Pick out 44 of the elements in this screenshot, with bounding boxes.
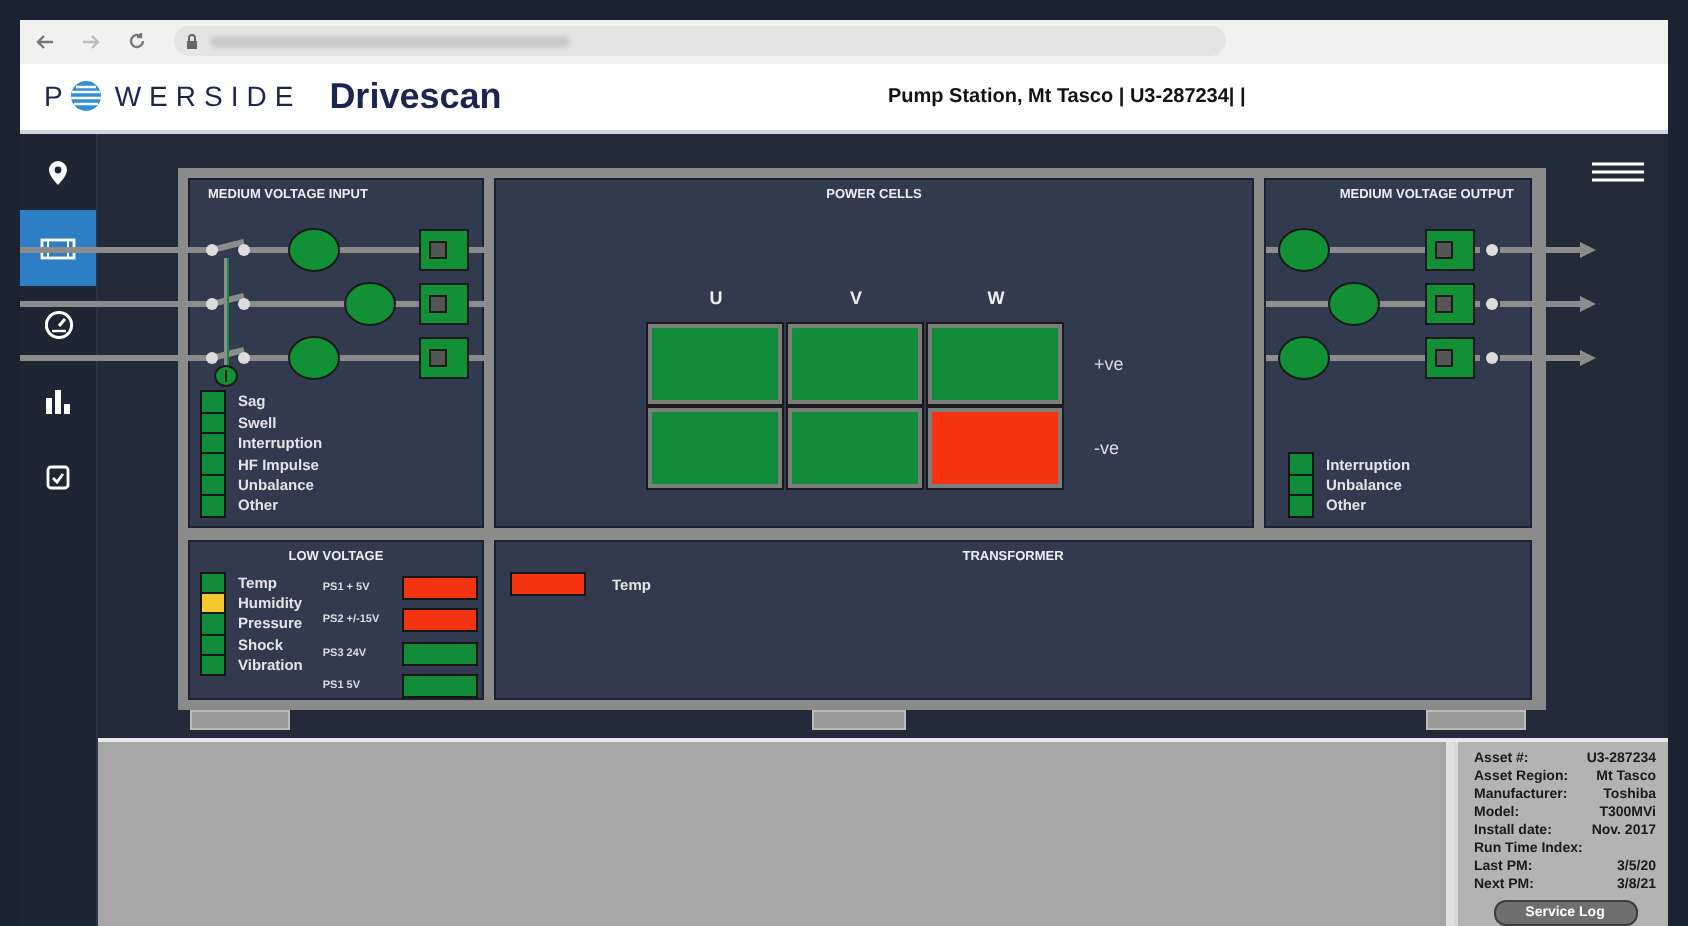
logo-text: P bbox=[44, 80, 71, 113]
coil-symbol bbox=[288, 336, 340, 380]
coil-symbol bbox=[1278, 228, 1330, 272]
cabinet-foot bbox=[1426, 710, 1526, 730]
bar-chart-icon bbox=[44, 387, 72, 413]
checklist-icon bbox=[46, 463, 70, 489]
cabinet-foot bbox=[811, 710, 905, 730]
terminal-block bbox=[1425, 337, 1475, 379]
logo-text: WERSIDE bbox=[114, 80, 302, 113]
back-icon[interactable] bbox=[36, 33, 54, 50]
menu-icon[interactable] bbox=[1592, 162, 1644, 182]
terminal-block bbox=[419, 283, 469, 325]
junction-dot bbox=[1486, 244, 1498, 256]
coil-symbol bbox=[1328, 282, 1380, 326]
junction-dot bbox=[1486, 352, 1498, 364]
globe-icon bbox=[70, 80, 103, 113]
column-label: U bbox=[707, 288, 725, 308]
junction-dot bbox=[1486, 298, 1498, 310]
reload-icon[interactable] bbox=[128, 32, 146, 51]
junction-dot bbox=[238, 298, 250, 310]
junction-dot bbox=[206, 298, 218, 310]
column-label: V bbox=[847, 288, 864, 308]
terminal-block bbox=[419, 229, 469, 271]
row-label: +ve bbox=[1092, 354, 1126, 374]
page-title: Pump Station, Mt Tasco | U3-287234| | bbox=[888, 85, 1246, 108]
junction-dot bbox=[238, 244, 250, 256]
lock-icon bbox=[186, 33, 198, 50]
gauge-icon bbox=[43, 309, 73, 339]
cabinet-foot bbox=[190, 710, 290, 730]
junction-dot bbox=[206, 244, 218, 256]
product-name: Drivescan bbox=[329, 75, 502, 118]
coil-symbol bbox=[288, 228, 340, 272]
coil-symbol bbox=[1278, 336, 1330, 380]
terminal-block bbox=[1425, 229, 1475, 271]
terminal-block bbox=[1425, 283, 1475, 325]
terminal-block bbox=[419, 337, 469, 379]
junction-dot bbox=[238, 352, 250, 364]
junction-dot bbox=[206, 352, 218, 364]
map-pin-icon bbox=[48, 159, 68, 185]
row-label: -ve bbox=[1092, 438, 1122, 458]
interlock-line bbox=[224, 257, 229, 367]
drive-unit-icon bbox=[40, 237, 76, 259]
coil-symbol bbox=[344, 282, 396, 326]
column-label: W bbox=[985, 288, 1007, 308]
